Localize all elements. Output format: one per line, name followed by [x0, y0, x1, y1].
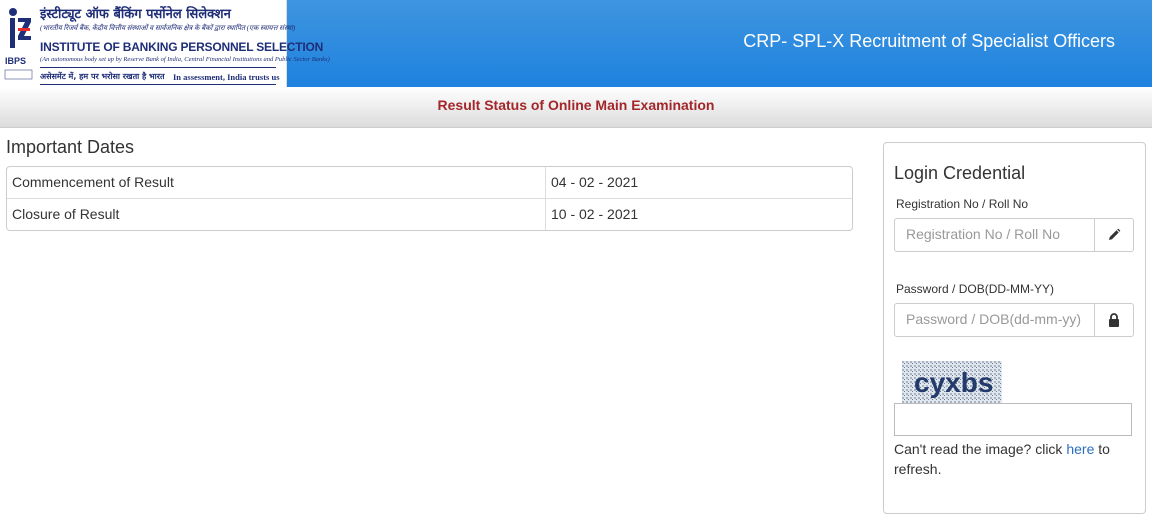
recruitment-title: CRP- SPL-X Recruitment of Specialist Off…	[743, 31, 1115, 51]
captcha-help-prefix: Can't read the image? click	[894, 441, 1067, 457]
captcha-refresh-link[interactable]: here	[1066, 441, 1094, 457]
logo-hindi-name: इंस्टीट्यूट ऑफ बैंकिंग पर्सोनेल सिलेक्शन	[40, 7, 231, 22]
logo-english-subtitle: (An autonomous body set up by Reserve Ba…	[40, 56, 330, 63]
table-row: Commencement of Result 04 - 02 - 2021	[7, 167, 852, 198]
login-panel: Login Credential Registration No / Roll …	[883, 142, 1146, 514]
logo-motto-english: In assessment, India trusts us	[173, 72, 280, 82]
ibps-logo: IBPS इंस्टीट्यूट ऑफ बैंकिंग पर्सोनेल सिल…	[0, 0, 330, 87]
logo-motto-divider	[40, 84, 276, 85]
important-dates-heading: Important Dates	[6, 137, 135, 157]
password-label: Password / DOB(DD-MM-YY)	[896, 282, 1055, 296]
registration-input-group	[894, 218, 1134, 252]
pencil-icon	[1094, 219, 1133, 251]
logo-motto-hindi: असेसमेंट में, हम पर भरोसा रखता है भारत	[40, 72, 165, 81]
captcha-input[interactable]	[894, 403, 1132, 436]
date-value-commencement: 04 - 02 - 2021	[551, 174, 639, 190]
lock-icon	[1094, 304, 1133, 336]
password-input[interactable]	[895, 304, 1096, 334]
date-value-closure: 10 - 02 - 2021	[551, 206, 639, 222]
registration-label: Registration No / Roll No	[896, 197, 1029, 211]
registration-input[interactable]	[895, 219, 1096, 249]
important-dates-table: Commencement of Result 04 - 02 - 2021 Cl…	[6, 166, 853, 231]
result-status-title: Result Status of Online Main Examination	[437, 97, 715, 113]
ibps-logo-icon: IBPS	[4, 8, 33, 80]
login-title: Login Credential	[894, 163, 1026, 183]
logo-english-name: INSTITUTE OF BANKING PERSONNEL SELECTION	[40, 40, 324, 54]
subheader-bar: Result Status of Online Main Examination	[0, 87, 1152, 128]
captcha-help-text: Can't read the image? click here to refr…	[894, 439, 1134, 479]
date-label-commencement: Commencement of Result	[7, 167, 546, 198]
page-header: IBPS इंस्टीट्यूट ऑफ बैंकिंग पर्सोनेल सिल…	[0, 0, 1152, 87]
logo-hindi-subtitle: (भारतीय रिजर्व बैंक, केंद्रीय वित्तीय सं…	[40, 24, 296, 32]
logo-divider	[40, 67, 276, 68]
table-row: Closure of Result 10 - 02 - 2021	[7, 198, 852, 230]
date-label-closure: Closure of Result	[7, 199, 546, 230]
password-input-group	[894, 303, 1134, 337]
captcha-text: cyxbs	[914, 367, 993, 398]
ibps-acronym: IBPS	[5, 56, 26, 66]
captcha-image: cyxbs	[902, 361, 1002, 403]
